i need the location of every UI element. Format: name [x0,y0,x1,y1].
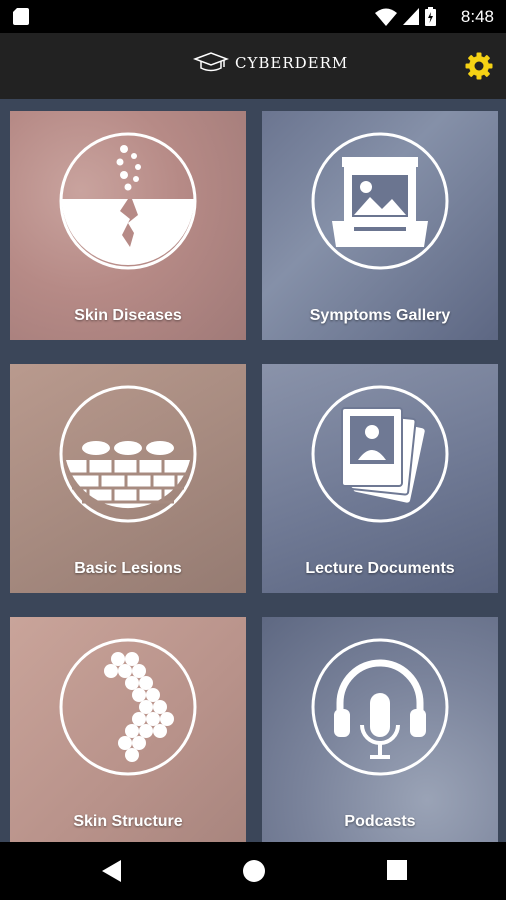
system-nav-bar [0,842,506,900]
tile-skin-structure[interactable]: Skin Structure [10,617,246,846]
tile-label: Symptoms Gallery [309,307,451,324]
skin-diseases-icon [59,132,197,270]
gear-icon[interactable] [464,51,494,81]
sd-card-icon [13,8,29,25]
tile-basic-lesions[interactable]: Basic Lesions [10,364,246,593]
tile-label: Skin Diseases [74,307,182,324]
app-logo: CYBERDERM [193,51,348,75]
tile-skin-diseases[interactable]: Skin Diseases [10,111,246,340]
back-icon[interactable] [101,859,123,883]
tile-podcasts[interactable]: Podcasts [262,617,498,846]
tile-symptoms-gallery[interactable]: Symptoms Gallery [262,111,498,340]
status-bar: 8:48 [0,0,506,33]
cell-signal-icon [403,8,419,25]
skin-cells-icon [59,638,197,776]
tile-label: Podcasts [344,813,416,830]
tile-lecture-documents[interactable]: Lecture Documents [262,364,498,593]
app-bar: CYBERDERM [0,33,506,99]
skin-layers-icon [59,385,197,523]
documents-icon [311,385,449,523]
home-icon[interactable] [242,859,266,883]
headphones-microphone-icon [311,638,449,776]
tile-label: Skin Structure [73,813,183,830]
tile-label: Lecture Documents [305,560,455,577]
recents-icon[interactable] [386,859,408,881]
battery-charging-icon [425,7,436,26]
menu-grid: Skin Diseases Symptoms Gallery Basic Les… [0,99,506,846]
clock: 8:48 [460,7,494,26]
graduation-cap-icon [193,52,229,72]
tile-label: Basic Lesions [74,560,182,577]
app-title: CYBERDERM [235,54,349,72]
image-gallery-icon [311,132,449,270]
wifi-icon [375,8,397,26]
